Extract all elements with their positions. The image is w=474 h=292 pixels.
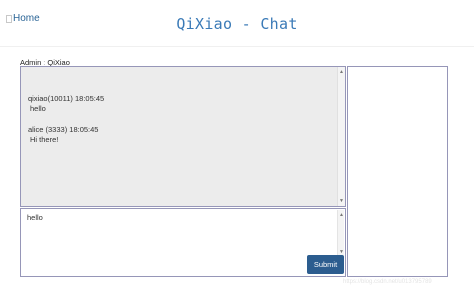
watermark: https://blog.csdn.net/u013795789 [343, 279, 432, 285]
scroll-up-arrow-icon[interactable]: ▲ [338, 69, 345, 75]
chat-history[interactable]: qixiao(10011) 18:05:45 hello alice (3333… [20, 66, 346, 207]
message-input[interactable]: hello ▲ ▼ [20, 208, 346, 277]
message-text: Hi there! [30, 135, 59, 144]
chat-message: alice (3333) 18:05:45 Hi there! [28, 125, 98, 145]
message-text: hello [30, 104, 46, 113]
scroll-up-arrow-icon[interactable]: ▲ [338, 212, 345, 218]
chat-scrollbar[interactable]: ▲ ▼ [337, 67, 345, 206]
input-scrollbar[interactable]: ▲ ▼ [337, 210, 344, 257]
message-meta: alice (3333) 18:05:45 [28, 125, 99, 134]
user-list-panel [347, 66, 448, 277]
chat-message: qixiao(10011) 18:05:45 hello [28, 94, 104, 114]
page-header: Home QiXiao - Chat [0, 0, 474, 47]
page-title: QiXiao - Chat [176, 15, 298, 33]
message-input-value: hello [27, 213, 43, 222]
submit-button[interactable]: Submit [307, 255, 344, 274]
scroll-down-arrow-icon[interactable]: ▼ [338, 198, 345, 204]
message-meta: qixiao(10011) 18:05:45 [28, 94, 105, 103]
